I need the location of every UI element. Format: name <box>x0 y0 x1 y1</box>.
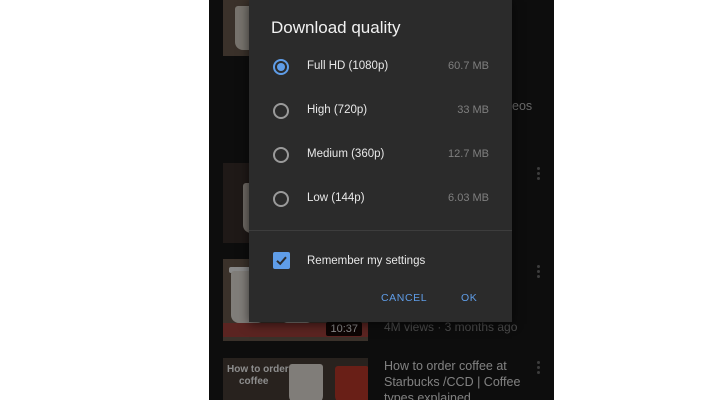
option-size: 6.03 MB <box>448 192 489 204</box>
radio-icon[interactable] <box>273 191 289 207</box>
option-label: Medium (360p) <box>307 148 385 160</box>
option-label: Low (144p) <box>307 192 365 204</box>
option-medium[interactable]: Medium (360p) 12.7 MB <box>249 135 512 179</box>
remember-settings-row[interactable]: Remember my settings <box>249 244 512 278</box>
ok-button[interactable]: OK <box>461 292 477 304</box>
option-full-hd[interactable]: Full HD (1080p) 60.7 MB <box>249 47 512 91</box>
radio-icon[interactable] <box>273 103 289 119</box>
option-size: 12.7 MB <box>448 148 489 160</box>
option-label: High (720p) <box>307 104 368 116</box>
remember-settings-label: Remember my settings <box>307 255 426 267</box>
dialog-divider <box>249 230 512 231</box>
option-low[interactable]: Low (144p) 6.03 MB <box>249 179 512 223</box>
checkbox-checked-icon[interactable] <box>273 252 290 269</box>
dialog-title: Download quality <box>271 18 401 37</box>
radio-icon[interactable] <box>273 147 289 163</box>
option-size: 60.7 MB <box>448 60 489 72</box>
option-label: Full HD (1080p) <box>307 60 389 72</box>
download-quality-dialog: Download quality Full HD (1080p) 60.7 MB… <box>249 0 512 322</box>
option-high[interactable]: High (720p) 33 MB <box>249 91 512 135</box>
cancel-button[interactable]: CANCEL <box>381 292 427 304</box>
option-size: 33 MB <box>457 104 489 116</box>
radio-selected-icon[interactable] <box>273 59 289 75</box>
